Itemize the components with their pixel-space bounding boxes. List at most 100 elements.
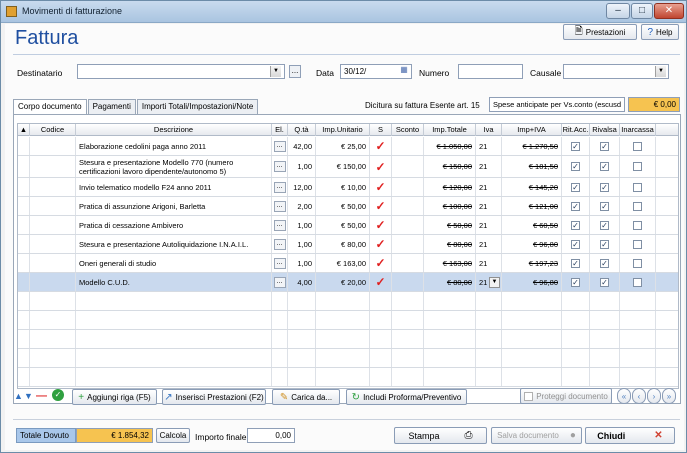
proteggi-checkbox[interactable] xyxy=(524,391,534,401)
table-row[interactable]: Invio telematico modello F24 anno 2011..… xyxy=(18,178,678,197)
table-row[interactable] xyxy=(18,368,678,387)
col-imp-totale[interactable]: Imp.Totale xyxy=(424,124,476,136)
prev-record-icon[interactable]: ‹ xyxy=(632,388,646,404)
col-imp-unitario[interactable]: Imp.Unitario xyxy=(316,124,370,136)
col-el[interactable]: El. xyxy=(272,124,288,136)
chevron-down-icon[interactable]: ▼ xyxy=(655,66,666,77)
move-up-icon[interactable]: ▲ xyxy=(14,391,23,401)
table-row[interactable]: Modello C.U.D.... 4,00 € 20,00 ✓ € 80,00 21 € … xyxy=(18,273,678,292)
delete-row-icon[interactable]: — xyxy=(36,390,47,402)
row-rivalsa-checkbox[interactable]: ✓ xyxy=(600,182,609,192)
table-row[interactable]: Pratica di assunzione Arigoni, Barletta.… xyxy=(18,197,678,216)
row-inarcassa-checkbox[interactable] xyxy=(633,141,642,151)
help-button[interactable]: ? Help xyxy=(641,24,679,40)
salva-documento-button[interactable]: Salva documento ● xyxy=(491,427,582,444)
row-inarcassa-checkbox[interactable] xyxy=(633,182,642,192)
chevron-down-icon[interactable]: ▼ xyxy=(270,66,281,77)
table-row[interactable] xyxy=(18,349,678,368)
col-qta[interactable]: Q.tà xyxy=(288,124,316,136)
row-empty-cell xyxy=(502,368,562,386)
minimize-button[interactable]: – xyxy=(606,3,630,19)
insert-prestazioni-button[interactable]: ↗ Inserisci Prestazioni (F2) xyxy=(162,389,266,405)
row-rivalsa-checkbox[interactable]: ✓ xyxy=(600,201,609,211)
col-rivalsa[interactable]: Rivalsa xyxy=(590,124,620,136)
add-row-button[interactable]: + Aggiungi riga (F5) xyxy=(72,389,157,405)
detail-button[interactable]: ... xyxy=(273,276,286,288)
maximize-button[interactable]: □ xyxy=(631,3,653,19)
table-row[interactable]: Elaborazione cedolini paga anno 2011... 4… xyxy=(18,137,678,156)
detail-button[interactable]: ... xyxy=(273,161,286,172)
tab-corpo-documento[interactable]: Corpo documento xyxy=(13,99,87,115)
row-rit-acc-checkbox[interactable]: ✓ xyxy=(571,162,580,171)
destinatario-browse-button[interactable]: ... xyxy=(289,65,301,78)
col-imp-iva[interactable]: Imp+IVA xyxy=(502,124,562,136)
col-descrizione[interactable]: Descrizione xyxy=(76,124,272,136)
col-sconto[interactable]: Sconto xyxy=(392,124,424,136)
destinatario-select[interactable] xyxy=(77,64,285,79)
row-inarcassa-checkbox[interactable] xyxy=(633,220,642,230)
col-inarcassa[interactable]: Inarcassa xyxy=(620,124,656,136)
row-rit-acc-checkbox[interactable]: ✓ xyxy=(571,220,580,230)
row-inarcassa-checkbox[interactable] xyxy=(633,162,642,171)
stampa-button[interactable]: Stampa ⎙ xyxy=(394,427,487,444)
move-down-icon[interactable]: ▼ xyxy=(24,391,33,401)
table-row[interactable]: Stesura e presentazione Modello 770 (num… xyxy=(18,156,678,178)
table-row[interactable]: Oneri generali di studio... 1,00 € 163,00 ✓… xyxy=(18,254,678,273)
row-rit-acc-checkbox[interactable]: ✓ xyxy=(571,258,580,268)
row-rit-acc-checkbox[interactable]: ✓ xyxy=(571,201,580,211)
detail-button[interactable]: ... xyxy=(273,140,286,152)
row-inarcassa-checkbox[interactable] xyxy=(633,239,642,249)
last-record-icon[interactable]: » xyxy=(662,388,676,404)
importo-finale-input[interactable]: 0,00 xyxy=(247,428,295,443)
numero-input[interactable] xyxy=(458,64,523,79)
row-rivalsa-checkbox[interactable]: ✓ xyxy=(600,220,609,230)
row-quantity: 1,00 xyxy=(297,162,312,171)
table-row[interactable]: Pratica di cessazione Ambivero... 1,00 € 5… xyxy=(18,216,678,235)
row-rit-acc-checkbox[interactable]: ✓ xyxy=(571,182,580,192)
detail-button[interactable]: ... xyxy=(273,200,286,212)
tab-pagamenti[interactable]: Pagamenti xyxy=(87,99,136,114)
calcola-button[interactable]: Calcola xyxy=(156,428,190,443)
carica-da-button[interactable]: ✎ Carica da... xyxy=(272,389,340,405)
row-inarcassa-checkbox[interactable] xyxy=(633,201,642,211)
row-rivalsa-checkbox[interactable]: ✓ xyxy=(600,141,609,151)
next-record-icon[interactable]: › xyxy=(647,388,661,404)
row-rit-acc-checkbox-cell: ✓ xyxy=(562,197,590,215)
table-row[interactable]: Stesura e presentazione Autoliquidazione… xyxy=(18,235,678,254)
row-empty-cell xyxy=(370,349,392,367)
row-inarcassa-checkbox[interactable] xyxy=(633,277,642,287)
table-row[interactable] xyxy=(18,311,678,330)
row-rit-acc-checkbox[interactable]: ✓ xyxy=(571,277,580,287)
items-table[interactable]: ▲ Codice Descrizione El. Q.tà Imp.Unitar… xyxy=(17,123,679,389)
row-rivalsa-checkbox[interactable]: ✓ xyxy=(600,258,609,268)
calendar-icon[interactable]: ▦ xyxy=(398,65,410,78)
tab-importi-totali[interactable]: Importi Totali/Impostazioni/Note xyxy=(136,99,259,114)
col-rit-acc[interactable]: Rit.Acc. xyxy=(562,124,590,136)
row-imp-iva: € 60,50 xyxy=(532,220,558,230)
row-rit-acc-checkbox[interactable]: ✓ xyxy=(571,141,580,151)
table-row[interactable] xyxy=(18,330,678,349)
row-rit-acc-checkbox[interactable]: ✓ xyxy=(571,239,580,249)
row-rivalsa-checkbox[interactable]: ✓ xyxy=(600,277,609,287)
detail-button[interactable]: ... xyxy=(273,181,286,193)
detail-button[interactable]: ... xyxy=(273,238,286,250)
close-window-button[interactable]: ✕ xyxy=(654,3,684,19)
includi-proforma-button[interactable]: ↻ Includi Proforma/Preventivo xyxy=(346,389,467,405)
dicitura-input[interactable]: Spese anticipate per Vs.conto (escusd xyxy=(489,97,625,112)
row-rivalsa-checkbox[interactable]: ✓ xyxy=(600,239,609,249)
col-codice[interactable]: Codice xyxy=(30,124,76,136)
col-iva[interactable]: Iva xyxy=(476,124,502,136)
prestazioni-button[interactable]: 🗎 Prestazioni xyxy=(563,24,637,40)
chiudi-button[interactable]: Chiudi ✕ xyxy=(585,427,675,444)
chevron-down-icon[interactable]: ▼ xyxy=(489,277,500,288)
row-rivalsa-checkbox[interactable]: ✓ xyxy=(600,162,609,171)
col-s[interactable]: S xyxy=(370,124,392,136)
detail-button[interactable]: ... xyxy=(273,219,286,231)
detail-button[interactable]: ... xyxy=(273,257,286,269)
table-row[interactable] xyxy=(18,292,678,311)
causale-select[interactable] xyxy=(563,64,669,79)
first-record-icon[interactable]: « xyxy=(617,388,631,404)
row-inarcassa-checkbox[interactable] xyxy=(633,258,642,268)
confirm-icon[interactable]: ✓ xyxy=(52,389,64,401)
proteggi-documento-button[interactable]: Proteggi documento xyxy=(520,388,612,404)
